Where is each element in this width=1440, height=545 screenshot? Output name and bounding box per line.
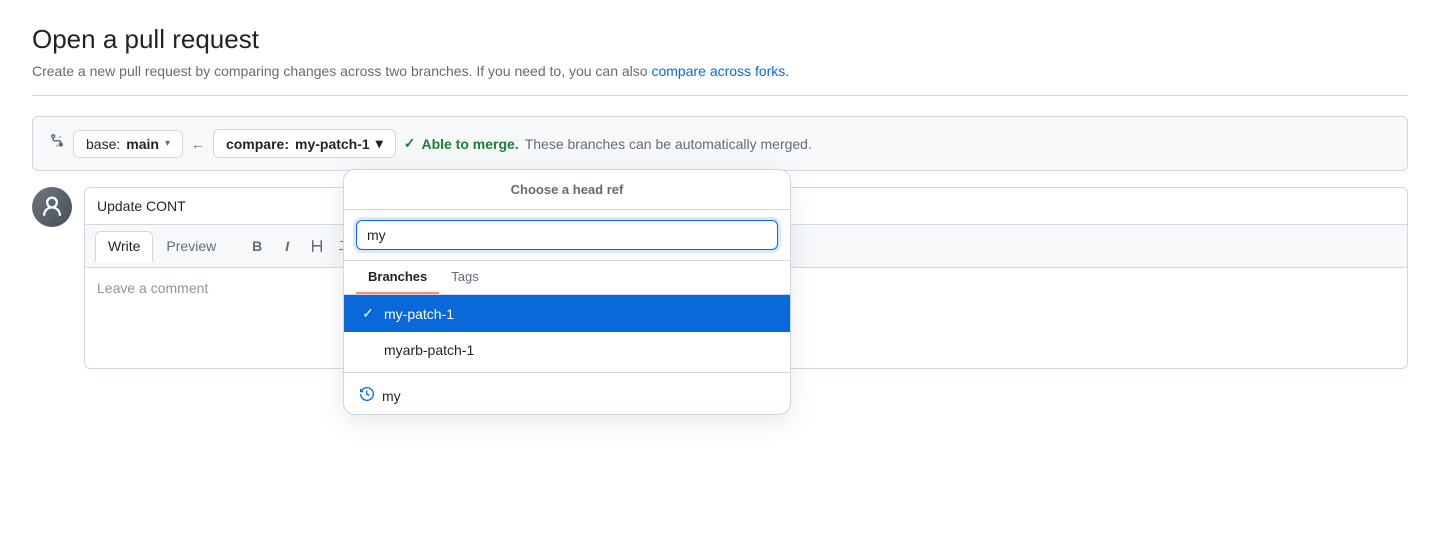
branch-bar: base: main ▾ ← compare: my-patch-1 ▾ ✓ A… xyxy=(32,116,1408,171)
avatar-image xyxy=(32,187,72,227)
page-subtitle: Create a new pull request by comparing c… xyxy=(32,63,1408,79)
branch-dropdown: Choose a head ref Branches Tags ✓ my-pat… xyxy=(343,169,791,415)
base-label: base: xyxy=(86,136,120,152)
branch-list: ✓ my-patch-1 myarb-patch-1 my xyxy=(344,295,790,414)
compare-forks-link[interactable]: compare across forks. xyxy=(651,63,789,79)
branch-item-my-patch-1[interactable]: ✓ my-patch-1 xyxy=(344,295,790,332)
bold-button[interactable]: B xyxy=(243,232,271,260)
branch-name-my-patch-1: my-patch-1 xyxy=(384,306,454,322)
dropdown-list-divider xyxy=(344,372,790,373)
base-branch-button[interactable]: base: main ▾ xyxy=(73,130,183,158)
tab-branches[interactable]: Branches xyxy=(356,261,439,294)
merge-status-message: These branches can be automatically merg… xyxy=(525,136,812,152)
history-icon xyxy=(360,387,374,404)
user-avatar xyxy=(32,187,72,227)
dropdown-tabs: Branches Tags xyxy=(344,261,790,295)
pr-editor-tabs: Write Preview xyxy=(95,231,229,261)
merge-status-label: Able to merge. xyxy=(421,136,518,152)
compare-icon xyxy=(49,133,65,154)
italic-button[interactable]: I xyxy=(273,232,301,260)
branch-arrow-icon: ← xyxy=(191,136,205,152)
compare-label: compare: xyxy=(226,136,289,152)
compare-branch-button[interactable]: compare: my-patch-1 ▾ xyxy=(213,129,396,158)
page-title: Open a pull request xyxy=(32,24,1408,55)
branch-search-input[interactable] xyxy=(356,220,778,250)
section-divider xyxy=(32,95,1408,96)
merge-check-icon: ✓ xyxy=(404,135,416,152)
recent-search-item[interactable]: my xyxy=(344,377,790,414)
base-branch-name: main xyxy=(126,136,159,152)
selected-check-icon: ✓ xyxy=(360,305,376,322)
heading-button[interactable] xyxy=(303,232,331,260)
tab-tags[interactable]: Tags xyxy=(439,261,490,294)
compare-caret-icon: ▾ xyxy=(376,135,383,152)
dropdown-header: Choose a head ref xyxy=(344,170,790,210)
base-caret-icon: ▾ xyxy=(165,138,170,149)
dropdown-search-area xyxy=(344,210,790,261)
branch-item-myarb-patch-1[interactable]: myarb-patch-1 xyxy=(344,332,790,368)
merge-status: ✓ Able to merge. These branches can be a… xyxy=(404,135,812,152)
tab-preview[interactable]: Preview xyxy=(153,231,229,261)
recent-search-label: my xyxy=(382,388,401,404)
branch-name-myarb-patch-1: myarb-patch-1 xyxy=(384,342,474,358)
compare-branch-name: my-patch-1 xyxy=(295,136,370,152)
pr-body-placeholder: Leave a comment xyxy=(97,280,208,296)
tab-write[interactable]: Write xyxy=(95,231,153,262)
